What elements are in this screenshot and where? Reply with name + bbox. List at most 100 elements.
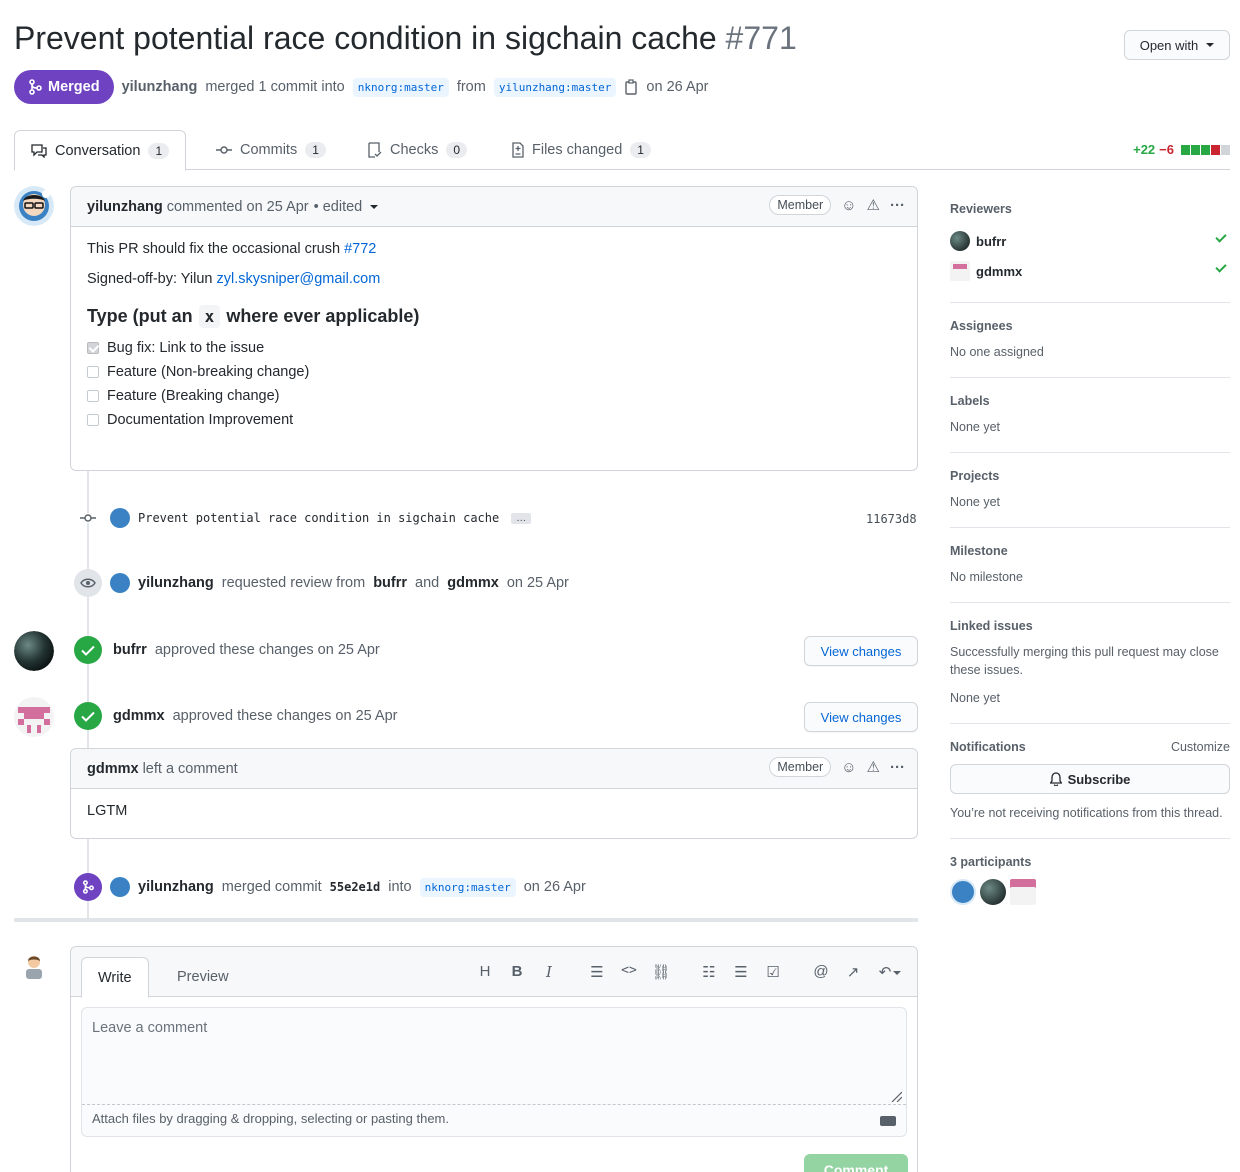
subscribe-label: Subscribe — [1067, 771, 1131, 787]
check-icon — [1215, 231, 1227, 243]
comment-box: gdmmx left a comment Member ☺ ⚠︎ ··· LGT… — [70, 748, 918, 839]
reviewer-name[interactable]: bufrr — [373, 575, 407, 591]
email-link[interactable]: zyl.skysniper@gmail.com — [217, 271, 381, 287]
event-actor[interactable]: yilunzhang — [138, 879, 214, 895]
event-date[interactable]: on 25 Apr — [507, 575, 569, 591]
avatar[interactable] — [14, 697, 54, 737]
bold-icon[interactable]: B — [507, 963, 527, 980]
translate-icon[interactable]: ⚠︎ — [867, 760, 880, 775]
pr-meta: Merged yilunzhang merged 1 commit into n… — [14, 70, 709, 104]
comment-action[interactable]: commented on 25 Apr — [167, 199, 309, 215]
avatar[interactable] — [14, 186, 54, 226]
smiley-icon[interactable]: ☺ — [841, 760, 856, 775]
comment-author[interactable]: gdmmx — [87, 761, 139, 777]
event-date[interactable]: on 26 Apr — [524, 879, 586, 895]
tab-label: Commits — [240, 142, 298, 158]
tab-checks[interactable]: Checks 0 — [368, 130, 468, 170]
tab-conversation[interactable]: Conversation 1 — [14, 130, 187, 171]
merge-commit-sha[interactable]: 55e2e1d — [330, 880, 381, 894]
reviewer-item[interactable]: bufrr — [950, 226, 1230, 256]
kebab-horizontal-icon[interactable]: ··· — [890, 760, 905, 775]
kebab-horizontal-icon[interactable]: ··· — [890, 198, 905, 213]
pr-title-text: Prevent potential race condition in sigc… — [14, 20, 717, 56]
view-changes-button[interactable]: View changes — [804, 636, 918, 666]
sidebar-notifications: Notifications Customize Subscribe You’re… — [950, 724, 1230, 839]
event-text[interactable]: approved these changes on 25 Apr — [173, 708, 398, 724]
tab-label: Checks — [390, 142, 439, 158]
member-badge: Member — [769, 195, 832, 215]
event-text[interactable]: approved these changes on 25 Apr — [155, 642, 380, 658]
view-changes-button[interactable]: View changes — [804, 702, 918, 732]
tab-preview[interactable]: Preview — [161, 957, 245, 997]
avatar[interactable] — [110, 508, 130, 528]
unordered-list-icon[interactable]: ☷ — [699, 963, 719, 981]
commit-message[interactable]: Prevent potential race condition in sigc… — [138, 511, 499, 525]
sidebar-heading[interactable]: Projects — [950, 469, 1230, 483]
ordered-list-icon[interactable]: ☰ — [731, 963, 751, 981]
member-badge: Member — [769, 757, 832, 777]
base-branch[interactable]: nknorg:master — [419, 877, 516, 897]
diff-block-added — [1201, 144, 1210, 155]
reply-icon[interactable]: ↶ — [875, 963, 905, 981]
avatar[interactable] — [950, 879, 976, 905]
tab-counter: 1 — [630, 142, 651, 158]
task-list-icon[interactable]: ☑ — [763, 963, 783, 981]
resize-handle-icon[interactable] — [890, 1090, 902, 1102]
event-actor[interactable]: bufrr — [113, 642, 147, 658]
event-actor[interactable]: yilunzhang — [138, 575, 214, 591]
pr-author[interactable]: yilunzhang — [122, 79, 198, 95]
sidebar-heading: Notifications Customize — [950, 740, 1230, 754]
mention-icon[interactable]: @ — [811, 963, 831, 980]
diffstat[interactable]: +22 −6 — [1133, 142, 1230, 157]
comment-placeholder: Leave a comment — [92, 1020, 208, 1036]
comment-textarea[interactable]: Leave a comment Attach files by dragging… — [81, 1007, 907, 1137]
avatar[interactable] — [110, 573, 130, 593]
link-icon[interactable]: ⛓ — [651, 963, 671, 981]
expand-commit-button[interactable]: … — [511, 512, 532, 524]
issue-link[interactable]: #772 — [344, 241, 376, 257]
code-icon[interactable]: <> — [619, 963, 639, 978]
avatar[interactable] — [980, 879, 1006, 905]
sidebar-heading[interactable]: Assignees — [950, 319, 1230, 333]
smiley-icon[interactable]: ☺ — [841, 198, 856, 213]
open-with-button[interactable]: Open with — [1124, 30, 1230, 60]
customize-link[interactable]: Customize — [1171, 740, 1230, 754]
commit-sha[interactable]: 11673d8 — [866, 512, 917, 526]
base-branch[interactable]: nknorg:master — [352, 77, 449, 97]
tab-files-changed[interactable]: Files changed 1 — [512, 130, 651, 170]
reviewer-item[interactable]: gdmmx — [950, 256, 1230, 286]
task-item: Bug fix: Link to the issue — [87, 340, 901, 356]
avatar[interactable] — [110, 877, 130, 897]
reviewer-name: gdmmx — [976, 263, 1023, 279]
comment-author[interactable]: yilunzhang — [87, 199, 163, 215]
heading-text: where ever applicable) — [226, 306, 420, 326]
quote-icon[interactable]: ☰ — [587, 963, 607, 981]
attach-text: Attach files by dragging & dropping, sel… — [92, 1111, 449, 1126]
event-text: and — [415, 575, 440, 591]
event-actor[interactable]: gdmmx — [113, 708, 165, 724]
avatar[interactable] — [14, 631, 54, 671]
subscribe-button[interactable]: Subscribe — [950, 764, 1230, 794]
copy-icon[interactable] — [624, 79, 638, 95]
tab-commits[interactable]: Commits 1 — [216, 130, 326, 170]
task-label: Documentation Improvement — [107, 412, 294, 428]
edited-dropdown[interactable]: • edited — [314, 199, 379, 215]
sidebar-heading[interactable]: Milestone — [950, 544, 1230, 558]
reviewer-name[interactable]: gdmmx — [447, 575, 499, 591]
diff-block-neutral — [1221, 144, 1230, 155]
sidebar-heading[interactable]: Labels — [950, 394, 1230, 408]
sidebar-heading[interactable]: Linked issues — [950, 619, 1230, 633]
task-checkbox — [87, 390, 99, 402]
heading-icon[interactable]: H — [475, 963, 495, 980]
avatar[interactable] — [1010, 879, 1036, 905]
translate-icon[interactable]: ⚠︎ — [867, 198, 880, 213]
attach-files-area[interactable]: Attach files by dragging & dropping, sel… — [82, 1104, 906, 1136]
comment-submit-button[interactable]: Comment — [804, 1154, 908, 1172]
tab-write[interactable]: Write — [81, 957, 149, 998]
sidebar-heading[interactable]: Reviewers — [950, 202, 1230, 216]
cross-reference-icon[interactable]: ↗ — [843, 963, 863, 981]
head-branch[interactable]: yilunzhang:master — [493, 77, 617, 97]
italic-icon[interactable]: I — [539, 963, 559, 981]
sidebar-heading-label: Notifications — [950, 740, 1026, 754]
markdown-icon[interactable] — [880, 1116, 896, 1126]
